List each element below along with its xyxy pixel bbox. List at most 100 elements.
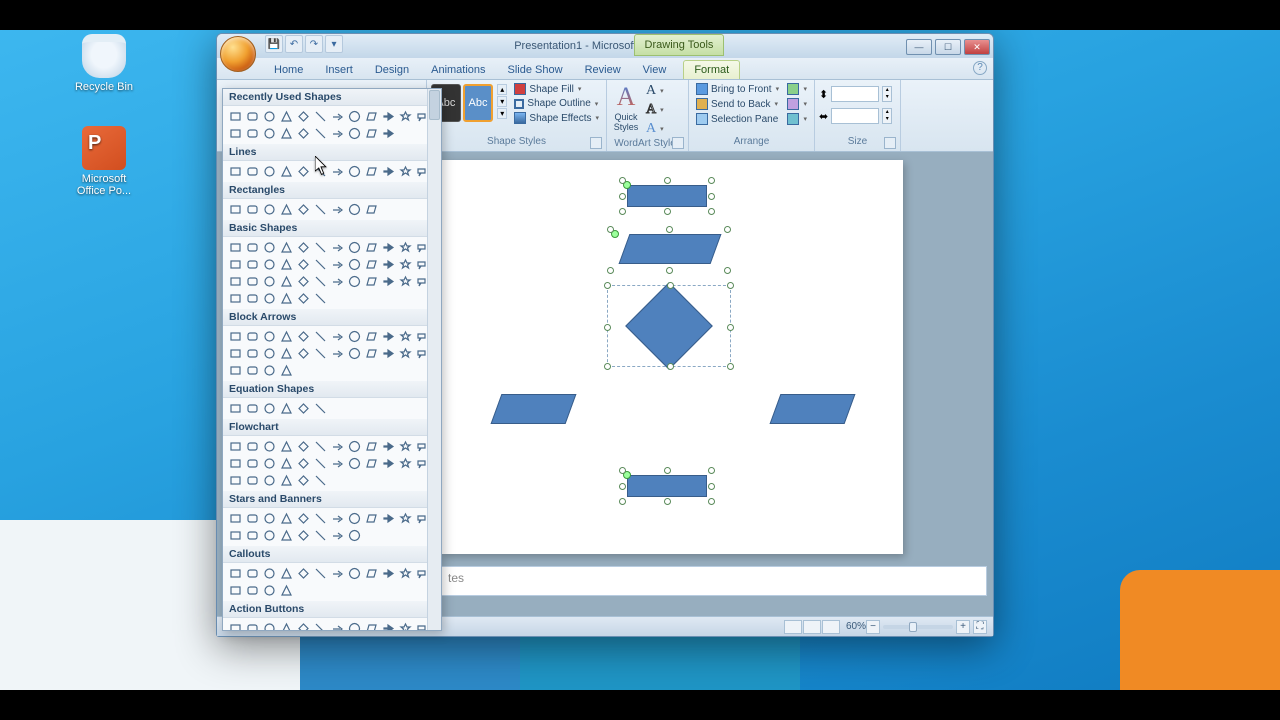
view-sorter-button[interactable] xyxy=(803,620,821,634)
gallery-shape-item[interactable] xyxy=(346,163,362,179)
gallery-shape-item[interactable] xyxy=(295,163,311,179)
rotate-button[interactable]: ▾ xyxy=(784,112,810,126)
gallery-shape-item[interactable] xyxy=(278,290,294,306)
gallery-shape-item[interactable] xyxy=(295,328,311,344)
gallery-shape-item[interactable] xyxy=(312,328,328,344)
gallery-shape-item[interactable] xyxy=(244,125,260,141)
gallery-shape-item[interactable] xyxy=(329,201,345,217)
gallery-shape-item[interactable] xyxy=(380,273,396,289)
gallery-shape-item[interactable] xyxy=(227,108,243,124)
qat-redo-button[interactable]: ↷ xyxy=(305,35,323,53)
gallery-shape-item[interactable] xyxy=(278,163,294,179)
gallery-shape-item[interactable] xyxy=(295,108,311,124)
zoom-percent[interactable]: 60% xyxy=(846,621,866,632)
gallery-shape-item[interactable] xyxy=(312,400,328,416)
gallery-shape-item[interactable] xyxy=(278,328,294,344)
gallery-shape-item[interactable] xyxy=(380,620,396,631)
gallery-shape-item[interactable] xyxy=(295,455,311,471)
gallery-shape-item[interactable] xyxy=(295,438,311,454)
gallery-shape-item[interactable] xyxy=(227,239,243,255)
minimize-button[interactable]: — xyxy=(906,39,932,55)
selection-handles[interactable] xyxy=(623,471,711,501)
tab-home[interactable]: Home xyxy=(263,60,314,79)
tab-insert[interactable]: Insert xyxy=(314,60,364,79)
shape-outline-button[interactable]: Shape Outline▾ xyxy=(511,97,602,110)
gallery-shape-item[interactable] xyxy=(261,472,277,488)
gallery-shape-item[interactable] xyxy=(329,565,345,581)
gallery-shape-item[interactable] xyxy=(227,455,243,471)
gallery-shape-item[interactable] xyxy=(261,256,277,272)
selection-pane-button[interactable]: Selection Pane xyxy=(693,112,782,126)
selection-handles[interactable] xyxy=(611,230,727,270)
gallery-shape-item[interactable] xyxy=(278,438,294,454)
gallery-shape-item[interactable] xyxy=(261,328,277,344)
gallery-shape-item[interactable] xyxy=(227,290,243,306)
shape-effects-button[interactable]: Shape Effects▾ xyxy=(511,111,602,125)
gallery-shape-item[interactable] xyxy=(346,345,362,361)
group-button[interactable]: ▾ xyxy=(784,97,810,111)
gallery-shape-item[interactable] xyxy=(244,620,260,631)
gallery-shape-item[interactable] xyxy=(295,510,311,526)
gallery-shape-item[interactable] xyxy=(244,455,260,471)
gallery-shape-item[interactable] xyxy=(329,239,345,255)
gallery-shape-item[interactable] xyxy=(312,201,328,217)
gallery-shape-item[interactable] xyxy=(397,510,413,526)
tab-format[interactable]: Format xyxy=(683,60,740,79)
gallery-shape-item[interactable] xyxy=(244,256,260,272)
gallery-shape-item[interactable] xyxy=(278,125,294,141)
wordart-quick-styles-button[interactable]: A Quick Styles xyxy=(611,82,641,132)
gallery-shape-item[interactable] xyxy=(278,400,294,416)
gallery-shape-item[interactable] xyxy=(363,256,379,272)
gallery-shape-item[interactable] xyxy=(397,620,413,631)
gallery-shape-item[interactable] xyxy=(227,620,243,631)
gallery-shape-item[interactable] xyxy=(227,362,243,378)
qat-save-button[interactable]: 💾 xyxy=(265,35,283,53)
gallery-shape-item[interactable] xyxy=(227,201,243,217)
gallery-shape-item[interactable] xyxy=(244,273,260,289)
tab-design[interactable]: Design xyxy=(364,60,420,79)
gallery-shape-item[interactable] xyxy=(380,239,396,255)
maximize-button[interactable]: ☐ xyxy=(935,39,961,55)
gallery-shape-item[interactable] xyxy=(244,400,260,416)
gallery-shape-item[interactable] xyxy=(244,201,260,217)
tab-slide-show[interactable]: Slide Show xyxy=(497,60,574,79)
gallery-shape-item[interactable] xyxy=(278,273,294,289)
gallery-shape-item[interactable] xyxy=(312,527,328,543)
gallery-shape-item[interactable] xyxy=(244,438,260,454)
gallery-shape-item[interactable] xyxy=(278,472,294,488)
gallery-shape-item[interactable] xyxy=(363,328,379,344)
gallery-shape-item[interactable] xyxy=(312,256,328,272)
gallery-shape-item[interactable] xyxy=(346,438,362,454)
gallery-shape-item[interactable] xyxy=(227,273,243,289)
gallery-shape-item[interactable] xyxy=(380,163,396,179)
gallery-shape-item[interactable] xyxy=(278,362,294,378)
gallery-shape-item[interactable] xyxy=(244,345,260,361)
gallery-shape-item[interactable] xyxy=(346,565,362,581)
gallery-shape-item[interactable] xyxy=(346,527,362,543)
width-spinner[interactable]: ▴▾ xyxy=(882,108,892,124)
gallery-shape-item[interactable] xyxy=(397,565,413,581)
gallery-shape-item[interactable] xyxy=(227,163,243,179)
gallery-shape-item[interactable] xyxy=(278,510,294,526)
gallery-shape-item[interactable] xyxy=(329,328,345,344)
text-fill-button[interactable]: A▾ xyxy=(643,82,667,100)
gallery-shape-item[interactable] xyxy=(227,510,243,526)
gallery-shape-item[interactable] xyxy=(312,108,328,124)
gallery-shape-item[interactable] xyxy=(295,472,311,488)
gallery-shape-item[interactable] xyxy=(363,239,379,255)
gallery-shape-item[interactable] xyxy=(346,239,362,255)
gallery-shape-item[interactable] xyxy=(227,472,243,488)
selection-handles[interactable] xyxy=(623,181,711,211)
gallery-shape-item[interactable] xyxy=(295,620,311,631)
gallery-shape-item[interactable] xyxy=(363,345,379,361)
gallery-shape-item[interactable] xyxy=(278,108,294,124)
selection-handles[interactable] xyxy=(607,285,731,367)
gallery-shape-item[interactable] xyxy=(363,201,379,217)
gallery-shape-item[interactable] xyxy=(346,620,362,631)
gallery-shape-item[interactable] xyxy=(380,438,396,454)
gallery-shape-item[interactable] xyxy=(312,273,328,289)
gallery-shape-item[interactable] xyxy=(312,239,328,255)
shape-flowchart-data-right[interactable] xyxy=(770,394,856,424)
zoom-slider[interactable] xyxy=(883,625,953,629)
gallery-shape-item[interactable] xyxy=(312,455,328,471)
